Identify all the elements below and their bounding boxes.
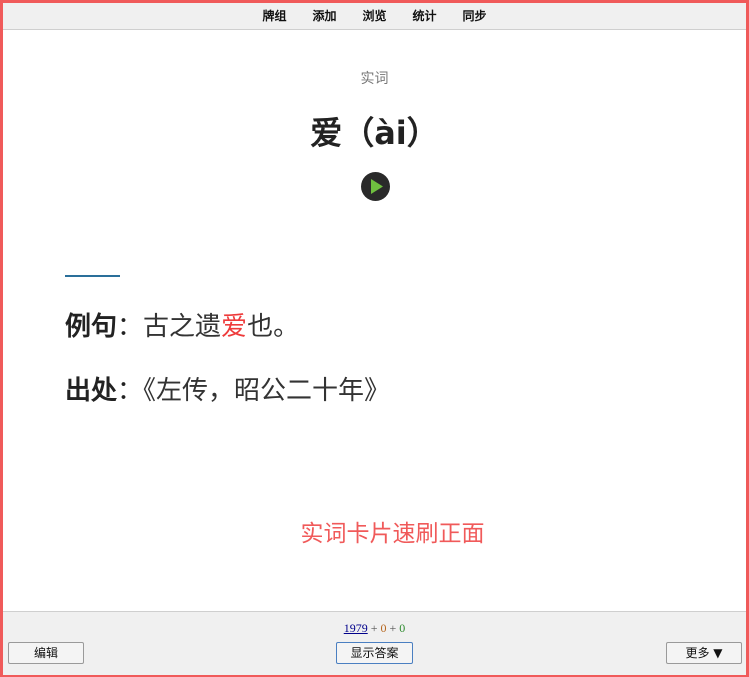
example-label: 例句 bbox=[65, 312, 118, 342]
card-word: 爱（ài） bbox=[310, 114, 439, 152]
menu-add[interactable]: 添加 bbox=[299, 3, 349, 29]
show-answer-button[interactable]: 显示答案 bbox=[336, 642, 413, 664]
play-icon[interactable] bbox=[361, 172, 390, 201]
menu-decks[interactable]: 牌组 bbox=[249, 3, 299, 29]
bottom-bar: 1979 + 0 + 0 编辑 显示答案 更多 ▼ bbox=[3, 611, 746, 675]
card-note: 实词卡片速刷正面 bbox=[300, 521, 485, 547]
menu-browse[interactable]: 浏览 bbox=[349, 3, 399, 29]
example-highlight: 爱 bbox=[221, 312, 248, 342]
more-button[interactable]: 更多 ▼ bbox=[666, 642, 742, 664]
source-line: 出处：《左传，昭公二十年》 bbox=[65, 370, 390, 407]
edit-button[interactable]: 编辑 bbox=[8, 642, 84, 664]
count-review: 0 bbox=[399, 621, 406, 635]
card-type-label: 实词 bbox=[360, 71, 389, 87]
source-text: 《左传，昭公二十年》 bbox=[143, 376, 391, 406]
due-counts: 1979 + 0 + 0 bbox=[3, 621, 746, 636]
count-sep-2: + bbox=[386, 621, 400, 635]
example-text-after: 也。 bbox=[247, 312, 300, 342]
count-new[interactable]: 1979 bbox=[344, 621, 368, 635]
count-sep-1: + bbox=[367, 621, 381, 635]
example-text-before: 古之遗 bbox=[143, 312, 222, 342]
example-sentence: 例句：古之遗爱也。 bbox=[65, 306, 299, 343]
source-label: 出处 bbox=[65, 376, 118, 406]
menu-stats[interactable]: 统计 bbox=[400, 3, 450, 29]
source-colon: ： bbox=[117, 376, 144, 406]
example-colon: ： bbox=[117, 312, 144, 342]
menu-sync[interactable]: 同步 bbox=[450, 3, 500, 29]
top-menu-bar: 牌组 添加 浏览 统计 同步 bbox=[3, 3, 746, 30]
divider bbox=[65, 275, 120, 277]
